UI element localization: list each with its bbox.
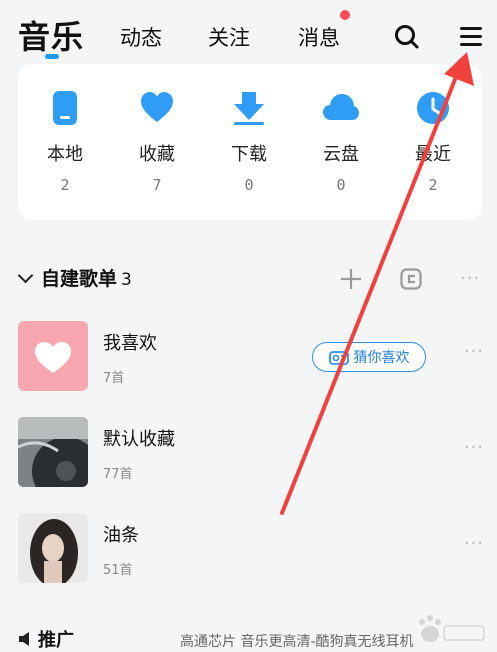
playlist-title: 油条 — [103, 525, 139, 546]
quick-label: 下载 — [231, 144, 267, 165]
heart-icon — [141, 92, 173, 122]
quick-item-local[interactable]: 本地 2 — [20, 90, 110, 194]
quick-label: 本地 — [47, 144, 83, 165]
playlist-subtitle: 7首 — [103, 371, 125, 386]
more-icon[interactable]: ··· — [464, 437, 484, 458]
section-more-icon[interactable]: ··· — [460, 268, 480, 289]
playlist-row[interactable]: 油条 51首 ··· — [18, 513, 488, 585]
playlist-row[interactable]: 默认收藏 77首 ··· — [18, 417, 488, 489]
tab-dynamic[interactable]: 动态 — [120, 22, 162, 52]
quick-count: 2 — [428, 176, 438, 194]
search-icon[interactable] — [394, 24, 420, 54]
cloud-icon — [323, 94, 359, 120]
chevron-down-icon[interactable] — [17, 267, 34, 284]
tab-music[interactable]: 音乐 — [18, 12, 84, 58]
playlist-cover — [18, 321, 88, 391]
quick-item-download[interactable]: 下载 0 — [204, 90, 294, 194]
more-icon[interactable]: ··· — [464, 341, 484, 362]
quick-label: 云盘 — [323, 144, 359, 165]
hamburger-menu-icon[interactable] — [459, 24, 483, 52]
guess-button-label: 猜你喜欢 — [353, 350, 410, 366]
quick-count: 0 — [336, 176, 346, 194]
speaker-icon — [18, 631, 32, 652]
guess-you-like-button[interactable]: 猜你喜欢 — [312, 342, 426, 372]
recommend-header[interactable]: 推广 — [18, 626, 74, 652]
playlist-cover — [18, 417, 88, 487]
tab-messages[interactable]: 消息 — [298, 22, 340, 52]
playlist-title: 默认收藏 — [103, 429, 175, 450]
clock-icon — [417, 92, 449, 124]
quick-item-cloud[interactable]: 云盘 0 — [296, 90, 386, 194]
active-tab-indicator — [45, 54, 59, 59]
radio-icon — [328, 351, 349, 365]
quick-item-favorites[interactable]: 收藏 7 — [112, 90, 202, 194]
baidu-watermark — [410, 612, 490, 648]
unread-badge-dot — [340, 10, 350, 20]
quick-label: 收藏 — [139, 144, 175, 165]
section-count: 3 — [121, 270, 132, 290]
heart-icon — [35, 342, 71, 373]
playlist-cover — [18, 513, 88, 583]
import-playlist-icon[interactable] — [400, 268, 422, 294]
quick-access-card: 本地 2 收藏 7 下载 0 云盘 0 最近 2 — [18, 64, 482, 220]
playlists-section-header[interactable]: 自建歌单 3 — [17, 264, 132, 291]
more-icon[interactable]: ··· — [464, 533, 484, 554]
tab-follow[interactable]: 关注 — [208, 22, 250, 52]
download-icon — [234, 92, 264, 125]
quick-label: 最近 — [415, 144, 451, 165]
playlist-subtitle: 77首 — [103, 467, 133, 482]
playlist-subtitle: 51首 — [103, 563, 133, 578]
quick-count: 2 — [60, 176, 70, 194]
quick-item-recent[interactable]: 最近 2 — [388, 90, 478, 194]
quick-count: 7 — [152, 176, 162, 194]
quick-count: 0 — [244, 176, 254, 194]
phone-icon — [53, 91, 77, 125]
add-playlist-icon[interactable] — [340, 268, 362, 294]
playlist-title: 我喜欢 — [103, 333, 157, 354]
recommend-title: 推广 — [38, 630, 74, 651]
section-title: 自建歌单 — [41, 268, 118, 290]
top-nav-bar: 音乐 动态 关注 消息 — [0, 0, 497, 64]
